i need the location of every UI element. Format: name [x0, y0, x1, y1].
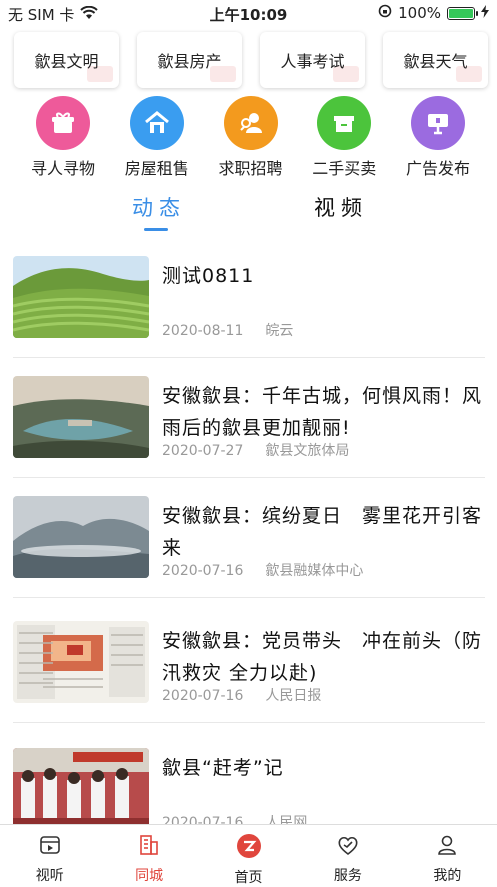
- billboard-icon: [411, 96, 465, 150]
- battery-percent: 100%: [398, 4, 441, 22]
- service-icon: [336, 833, 360, 861]
- city-icon: [137, 833, 161, 861]
- news-thumbnail-newspaper: [13, 621, 149, 703]
- charging-icon: [481, 4, 489, 22]
- service-grid: 寻人寻物 房屋租售 求职招聘 二手买卖 广告发布: [0, 96, 497, 179]
- news-thumbnail-students: [13, 748, 149, 830]
- quick-links: 歙县文明 歙县房产 人事考试 歙县天气: [14, 32, 494, 88]
- service-jobs[interactable]: 求职招聘: [206, 96, 296, 179]
- service-ads[interactable]: 广告发布: [393, 96, 483, 179]
- news-date: 2020-07-16: [162, 688, 244, 704]
- service-housing[interactable]: 房屋租售: [112, 96, 202, 179]
- rotation-lock-icon: [378, 4, 392, 22]
- news-date: 2020-07-27: [162, 443, 244, 459]
- tab-indicator: [144, 228, 168, 231]
- job-icon: [223, 96, 278, 150]
- tabbar-label: 视听: [35, 868, 64, 884]
- news-item[interactable]: 测试0811 2020-08-11 皖云: [13, 248, 485, 358]
- news-title: 歙县“赶考”记: [162, 757, 284, 779]
- tabbar-label: 首页: [234, 870, 263, 886]
- tabbar-label: 服务: [333, 868, 362, 884]
- news-meta: 2020-08-11 皖云: [162, 320, 293, 340]
- service-label: 求职招聘: [218, 159, 283, 178]
- status-bar: 无 SIM 卡 上午10:09 100%: [0, 0, 497, 26]
- news-source: 歙县融媒体中心: [265, 563, 364, 579]
- news-item[interactable]: 安徽歙县：千年古城，何惧风雨！风雨后的歙县更加靓丽! 2020-07-27 歙县文…: [13, 368, 485, 478]
- gift-icon: [36, 96, 90, 150]
- video-icon: [38, 833, 62, 861]
- news-meta: 2020-07-27 歙县文旅体局: [162, 440, 349, 460]
- house-icon: [129, 96, 184, 150]
- quick-link-wenming[interactable]: 歙县文明: [14, 32, 119, 88]
- quick-link-label: 人事考试: [280, 52, 345, 71]
- bottom-tabbar: 视听 同城 首页 服务 我的: [0, 824, 497, 886]
- news-thumbnail-misty-hills: [13, 496, 149, 578]
- tabbar-item-wode[interactable]: 我的: [398, 825, 497, 884]
- quick-link-label: 歙县天气: [403, 52, 468, 71]
- news-date: 2020-07-16: [162, 563, 244, 579]
- news-source: 皖云: [265, 323, 294, 339]
- quick-link-fangchan[interactable]: 歙县房产: [137, 32, 242, 88]
- quick-link-tianqi[interactable]: 歙县天气: [383, 32, 488, 88]
- tab-dongtai[interactable]: 动态: [132, 192, 186, 222]
- tabbar-label: 同城: [135, 868, 164, 884]
- tab-shipin[interactable]: 视频: [314, 192, 368, 222]
- news-source: 人民日报: [265, 688, 322, 704]
- news-item[interactable]: 安徽歙县：党员带头 冲在前头（防汛救灾 全力以赴) 2020-07-16 人民日报: [13, 613, 485, 723]
- news-title: 安徽歙县：党员带头 冲在前头（防汛救灾 全力以赴): [162, 630, 483, 684]
- profile-icon: [435, 833, 459, 861]
- home-icon: [236, 833, 262, 863]
- quick-link-label: 歙县文明: [34, 52, 99, 71]
- news-thumbnail-tea-terraces: [13, 256, 149, 338]
- news-title: 测试0811: [162, 265, 255, 287]
- tabbar-item-tongcheng[interactable]: 同城: [99, 825, 198, 884]
- tabbar-label: 我的: [433, 868, 462, 884]
- service-secondhand[interactable]: 二手买卖: [299, 96, 389, 179]
- tabbar-item-shouye[interactable]: 首页: [199, 825, 298, 886]
- service-label: 广告发布: [405, 159, 470, 178]
- battery-icon: [447, 6, 478, 20]
- tabbar-item-shiting[interactable]: 视听: [0, 825, 99, 884]
- news-title: 安徽歙县：缤纷夏日 雾里花开引客来: [162, 505, 483, 559]
- service-label: 寻人寻物: [30, 159, 95, 178]
- content-tabs: 动态 视频: [0, 188, 497, 238]
- service-label: 房屋租售: [124, 159, 189, 178]
- news-thumbnail-river-town: [13, 376, 149, 458]
- news-item[interactable]: 安徽歙县：缤纷夏日 雾里花开引客来 2020-07-16 歙县融媒体中心: [13, 488, 485, 598]
- service-label: 二手买卖: [312, 159, 377, 178]
- news-meta: 2020-07-16 歙县融媒体中心: [162, 560, 363, 580]
- news-date: 2020-08-11: [162, 323, 244, 339]
- news-title: 安徽歙县：千年古城，何惧风雨！风雨后的歙县更加靓丽!: [162, 385, 483, 439]
- box-icon: [317, 96, 372, 150]
- news-source: 歙县文旅体局: [265, 443, 350, 459]
- service-lost-found[interactable]: 寻人寻物: [18, 96, 108, 179]
- tabbar-item-fuwu[interactable]: 服务: [298, 825, 397, 884]
- news-meta: 2020-07-16 人民日报: [162, 685, 321, 705]
- quick-link-label: 歙县房产: [157, 52, 222, 71]
- quick-link-kaoshi[interactable]: 人事考试: [260, 32, 365, 88]
